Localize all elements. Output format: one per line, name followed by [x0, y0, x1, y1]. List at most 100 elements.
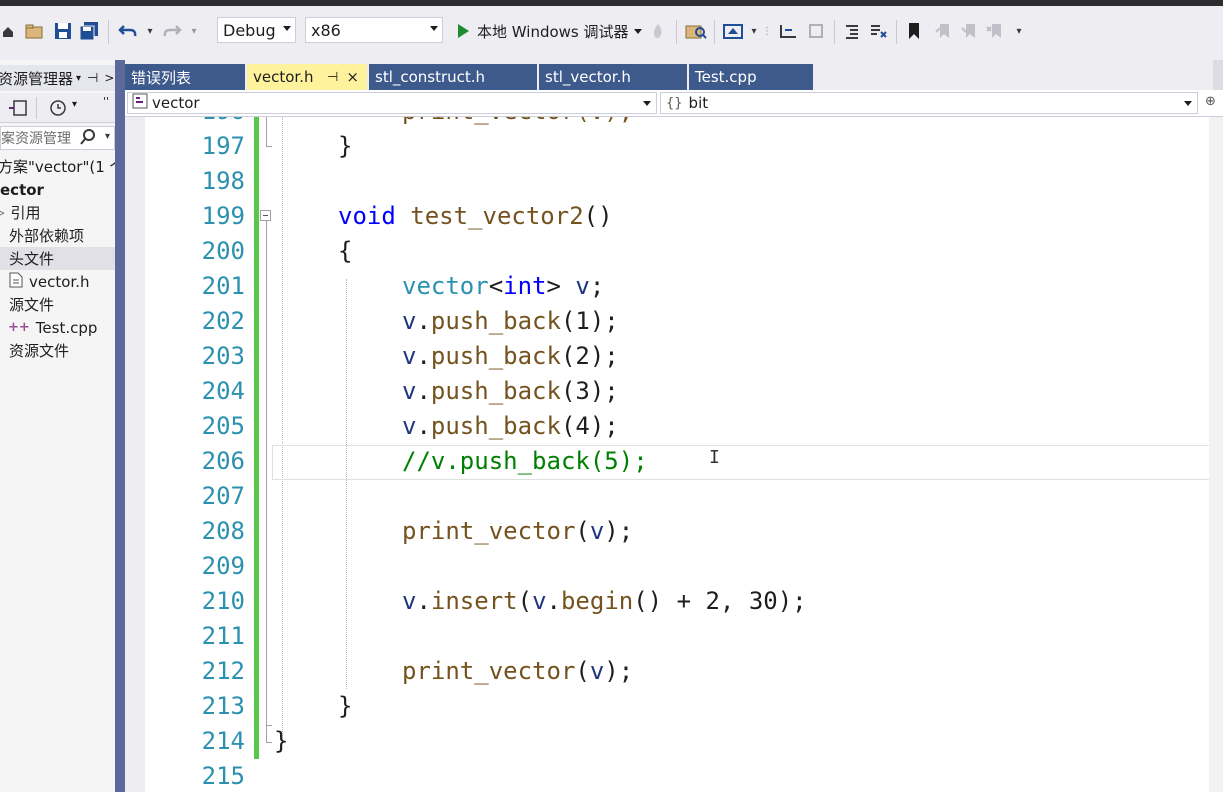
tab-vector-h[interactable]: vector.h ⊣ × [247, 64, 367, 90]
uncomment-lines-icon[interactable] [866, 16, 890, 46]
namespace-icon: {} [666, 95, 683, 111]
token-function: push_back [430, 377, 561, 405]
tree-item-label: 头文件 [9, 250, 55, 268]
token: ; [589, 272, 605, 300]
run-debugger-button[interactable]: 本地 Windows 调试器 [452, 18, 642, 44]
code-line-201: vector<int> v; [402, 269, 604, 304]
overflow-icon[interactable]: '' [103, 95, 109, 108]
toolbar-separator [896, 20, 897, 44]
token-function: push_back [430, 342, 561, 370]
split-icon[interactable]: ⊕ [1205, 94, 1216, 109]
line-number: 201 [201, 272, 245, 300]
bookmark-icon[interactable] [904, 16, 924, 46]
token-comment: //v.push_back(5); [402, 447, 648, 475]
find-in-files-icon[interactable] [684, 16, 708, 46]
token-function: begin [560, 587, 634, 615]
open-folder-icon[interactable] [22, 16, 48, 46]
search-placeholder: 案资源管理 [1, 131, 71, 147]
tree-item-external-deps[interactable]: 外部依赖项 [9, 224, 84, 247]
tab-error-list[interactable]: 错误列表 [125, 64, 245, 90]
search-icon[interactable] [80, 128, 96, 149]
token: . [416, 412, 431, 440]
code-line-200: { [338, 234, 352, 269]
undo-icon[interactable] [116, 16, 140, 46]
overflow-dropdown-icon[interactable]: ▾ [748, 16, 760, 46]
project-node[interactable]: ector [0, 178, 44, 201]
hot-reload-icon[interactable] [648, 16, 668, 46]
token-variable: v [402, 342, 417, 370]
panel-title: 资源管理器 [0, 69, 74, 88]
screenshot-icon[interactable] [722, 16, 744, 46]
tree-item-test-cpp[interactable]: ++ Test.cpp [8, 316, 97, 339]
history-icon[interactable] [48, 99, 68, 121]
comment-lines-icon[interactable] [842, 16, 862, 46]
chevron-down-icon[interactable]: ▾ [72, 99, 77, 110]
token: . [546, 587, 561, 615]
outline-line [266, 221, 267, 725]
member-dropdown[interactable]: {} bit [660, 92, 1198, 114]
chevron-down-icon[interactable]: ▾ [76, 73, 81, 84]
tree-item-sources[interactable]: 源文件 [9, 293, 54, 316]
tab-stl-vector-h[interactable]: stl_vector.h [539, 64, 687, 90]
chevron-down-icon [283, 26, 291, 31]
code-line-208: print_vector(v); [402, 514, 633, 549]
token-variable: v [402, 307, 417, 335]
tab-scroll[interactable] [1213, 60, 1223, 90]
home-icon[interactable] [0, 16, 16, 46]
toolbar-overflow-icon[interactable]: ▾ [1012, 16, 1026, 46]
save-all-icon[interactable] [78, 16, 102, 46]
config-dropdown[interactable]: Debug [217, 17, 296, 43]
code-editor[interactable]: print_vector(v); 196 197 198 199 200 201… [125, 117, 1223, 792]
clear-bookmarks-icon[interactable] [984, 16, 1006, 46]
token-variable: v [589, 517, 605, 545]
navigation-bar: vector {} bit ⊕ [125, 90, 1223, 117]
save-icon[interactable] [52, 16, 74, 46]
solution-node[interactable]: 方案"vector"(1 个 [0, 155, 115, 178]
scope-dropdown[interactable]: vector [127, 92, 657, 114]
token: . [416, 342, 431, 370]
tree-item-references[interactable]: ▷ 引用 [0, 201, 40, 224]
token: (1); [560, 307, 619, 335]
step-out-icon[interactable] [804, 16, 828, 46]
platform-dropdown[interactable]: x86 [305, 17, 443, 43]
chevron-right-icon[interactable]: > [104, 71, 114, 85]
line-number: 210 [201, 587, 245, 615]
platform-value: x86 [311, 20, 341, 40]
expand-icon[interactable]: ▷ [0, 206, 4, 219]
prev-bookmark-icon[interactable] [932, 16, 954, 46]
line-number: 208 [201, 517, 245, 545]
code-line-197: } [338, 129, 352, 164]
redo-icon[interactable] [160, 16, 184, 46]
tree-item-headers[interactable]: 头文件 [0, 247, 115, 270]
solution-search-input[interactable]: 案资源管理 ▾ [0, 126, 115, 150]
redo-dropdown-icon[interactable]: ▾ [188, 16, 200, 46]
line-number: 214 [201, 727, 245, 755]
main-toolbar: ▾ ▾ Debug x86 本地 Windows 调试器 ▾ ⋮ ▾ [0, 6, 1223, 60]
tree-item-resources[interactable]: 资源文件 [9, 339, 69, 362]
change-indicator-bar [254, 117, 259, 759]
pin-icon[interactable]: ⊣ [87, 71, 98, 86]
chevron-down-icon[interactable]: ▾ [105, 131, 110, 142]
collapse-icon[interactable] [260, 210, 271, 221]
undo-dropdown-icon[interactable]: ▾ [144, 16, 156, 46]
tree-item-label: 源文件 [9, 296, 55, 314]
tab-test-cpp[interactable]: Test.cpp [689, 64, 813, 90]
panel-splitter[interactable] [115, 60, 125, 792]
token: () + 2, 30); [633, 587, 807, 615]
switch-view-icon[interactable] [8, 99, 30, 121]
code-line-214: } [274, 724, 288, 759]
close-icon[interactable]: × [346, 68, 359, 86]
line-number: 197 [201, 132, 245, 160]
vertical-scrollbar[interactable] [1209, 117, 1223, 792]
pin-icon[interactable]: ⊣ [327, 70, 338, 85]
chevron-down-icon [643, 101, 651, 106]
indent-guide [282, 117, 283, 742]
token-variable: v [402, 377, 417, 405]
tree-item-label: vector.h [29, 272, 90, 291]
tree-item-label: 资源文件 [9, 342, 70, 360]
next-bookmark-icon[interactable] [958, 16, 980, 46]
step-over-icon[interactable] [776, 16, 800, 46]
tree-item-vector-h[interactable]: vector.h [9, 270, 89, 293]
tab-stl-construct-h[interactable]: stl_construct.h [369, 64, 537, 90]
outline-line [266, 725, 267, 742]
